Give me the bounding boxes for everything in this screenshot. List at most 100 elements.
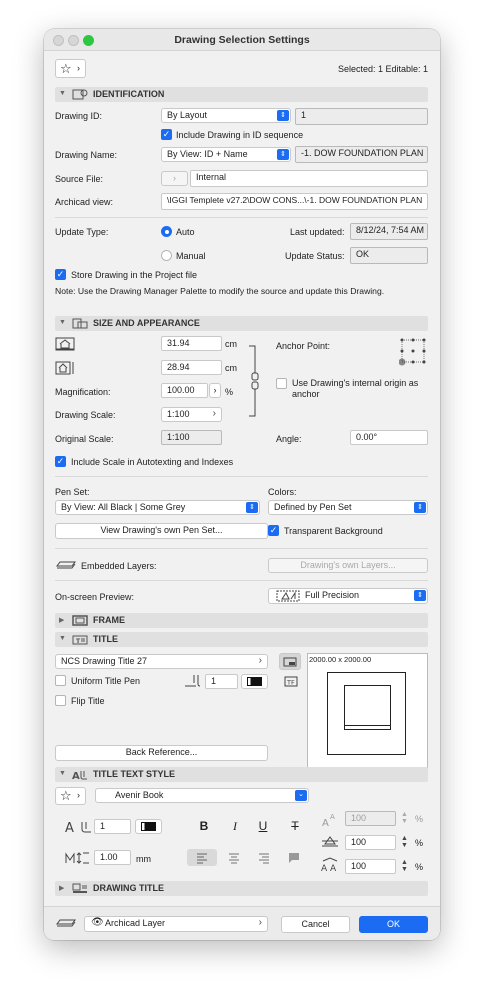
magnification-field[interactable]: 100.00 [161,383,208,398]
text-pen-color-button[interactable] [135,819,162,834]
drawing-name-mode-select[interactable]: By View: ID + Name ⇕ [161,147,291,162]
update-status-label: Update Status: [285,251,345,261]
view-pen-set-button[interactable]: View Drawing's own Pen Set... [55,523,268,539]
back-reference-button[interactable]: Back Reference... [55,745,268,761]
font-value: Avenir Book [115,790,164,800]
chevron-right-icon: › [212,408,216,419]
uniform-title-pen-checkbox[interactable] [55,675,66,686]
svg-text:A: A [330,813,335,821]
pen-set-select[interactable]: By View: All Black | Some Grey ⇕ [55,500,260,515]
section-drawing-title[interactable]: ▶ DRAWING TITLE [55,881,428,896]
section-identification[interactable]: ▼ IDENTIFICATION [55,87,428,102]
angle-field[interactable]: 0.00° [350,430,428,445]
align-right-icon[interactable] [254,849,274,866]
section-label: FRAME [93,615,125,625]
justify-icon[interactable] [284,849,304,866]
chevron-right-icon: › [258,917,262,928]
flip-title-checkbox[interactable] [55,695,66,706]
drawing-height-icon [55,361,74,375]
title-text-icon[interactable]: TF [284,676,298,687]
text-slant-field[interactable]: 100 [345,859,396,874]
text-spacing-field[interactable]: 100 [345,835,396,850]
text-favorites-button[interactable]: ☆ › [55,787,86,805]
drawing-id-mode-select[interactable]: By Layout ⇕ [161,108,291,123]
text-slant-percent: % [415,862,424,872]
text-width-stepper[interactable]: ▲ ▼ [400,811,409,826]
update-manual-radio[interactable] [161,250,172,261]
updown-arrows-icon: ⇕ [414,590,426,601]
section-size-appearance[interactable]: ▼ SIZE AND APPEARANCE [55,316,428,331]
source-file-button[interactable]: › [161,171,188,186]
ok-button[interactable]: OK [359,916,428,933]
bold-button[interactable]: B [197,819,211,833]
drawing-name-field[interactable]: -1. DOW FOUNDATION PLAN [295,146,428,163]
underline-button[interactable]: U [256,819,270,833]
updown-arrows-icon: ⇕ [277,110,289,121]
align-center-icon[interactable] [224,849,244,866]
section-label: SIZE AND APPEARANCE [93,318,200,328]
title-pen-color-button[interactable] [241,674,268,689]
text-spacing-percent: % [415,838,424,848]
cancel-button[interactable]: Cancel [281,916,350,933]
update-status-field: OK [350,247,428,264]
text-size-field[interactable]: 1.00 [94,850,131,865]
divider [55,548,428,549]
selected-count: Selected: 1 Editable: 1 [337,64,428,74]
svg-text:TF: TF [286,679,295,687]
chevron-right-icon: › [213,385,217,395]
strikethrough-button[interactable]: T [288,819,302,833]
own-layers-button[interactable]: Drawing's own Layers... [268,558,428,573]
section-title-text-style[interactable]: ▼ A TITLE TEXT STYLE [55,767,428,782]
title-preview-toggle-button[interactable] [279,653,301,670]
text-spacing-icon [322,836,338,847]
preview-size-label: 2000.00 x 2000.00 [309,655,372,664]
magnification-label: Magnification: [55,387,111,397]
pen-color-swatch [141,822,156,831]
section-title[interactable]: ▼ T TITLE [55,632,428,647]
text-slant-stepper[interactable]: ▲ ▼ [400,859,409,874]
preview-select[interactable]: Full Precision ⇕ [268,588,428,604]
include-scale-checkbox[interactable]: ✓ [55,456,66,467]
drawing-id-label: Drawing ID: [55,111,103,121]
preview-value: Full Precision [305,590,360,600]
align-left-button[interactable] [187,849,217,866]
title-pen-field[interactable]: 1 [205,674,238,689]
anchor-point-grid-icon[interactable] [399,337,427,367]
identification-icon [72,89,88,100]
divider [55,217,428,218]
favorites-button[interactable]: ☆ › [55,59,86,78]
include-scale-label: Include Scale in Autotexting and Indexes [71,457,234,467]
section-frame[interactable]: ▶ FRAME [55,613,428,628]
updown-arrows-icon: ⇕ [414,502,426,513]
transparent-background-checkbox[interactable]: ✓ [268,525,279,536]
include-id-checkbox[interactable]: ✓ [161,129,172,140]
store-drawing-checkbox[interactable]: ✓ [55,269,66,280]
text-spacing-stepper[interactable]: ▲ ▼ [400,835,409,850]
text-pen-field[interactable]: 1 [94,819,131,834]
colors-select[interactable]: Defined by Pen Set ⇕ [268,500,428,515]
internal-origin-checkbox[interactable] [276,378,287,389]
title-type-select[interactable]: NCS Drawing Title 27 › [55,654,268,669]
drawing-id-field[interactable]: 1 [295,108,428,125]
height-unit: cm [225,363,237,373]
star-icon: ☆ [60,61,72,76]
svg-text:A: A [72,771,80,780]
include-id-label: Include Drawing in ID sequence [176,130,304,140]
source-file-field: Internal [190,170,428,187]
transparent-background-label: Transparent Background [284,526,383,536]
link-proportions-icon[interactable] [247,345,259,417]
drawing-scale-select[interactable]: 1:100 › [161,407,222,422]
magnification-menu-button[interactable]: › [209,383,221,398]
pen-set-value: By View: All Black | Some Grey [61,502,186,512]
drawing-height-field[interactable]: 28.94 [161,360,222,375]
star-icon: ☆ [60,788,72,803]
text-width-field[interactable]: 100 [345,811,396,826]
drawing-width-field[interactable]: 31.94 [161,336,222,351]
update-auto-radio[interactable] [161,226,172,237]
colors-value: Defined by Pen Set [274,502,352,512]
italic-button[interactable]: I [228,819,242,834]
archicad-view-field: \IGGI Templete v27.2\DOW CONS...\-1. DOW… [161,193,428,210]
font-select[interactable]: Avenir Book ⌄ [95,788,309,803]
chevron-right-icon: › [77,790,80,800]
layer-select[interactable]: 👁 Archicad Layer › [84,916,268,932]
